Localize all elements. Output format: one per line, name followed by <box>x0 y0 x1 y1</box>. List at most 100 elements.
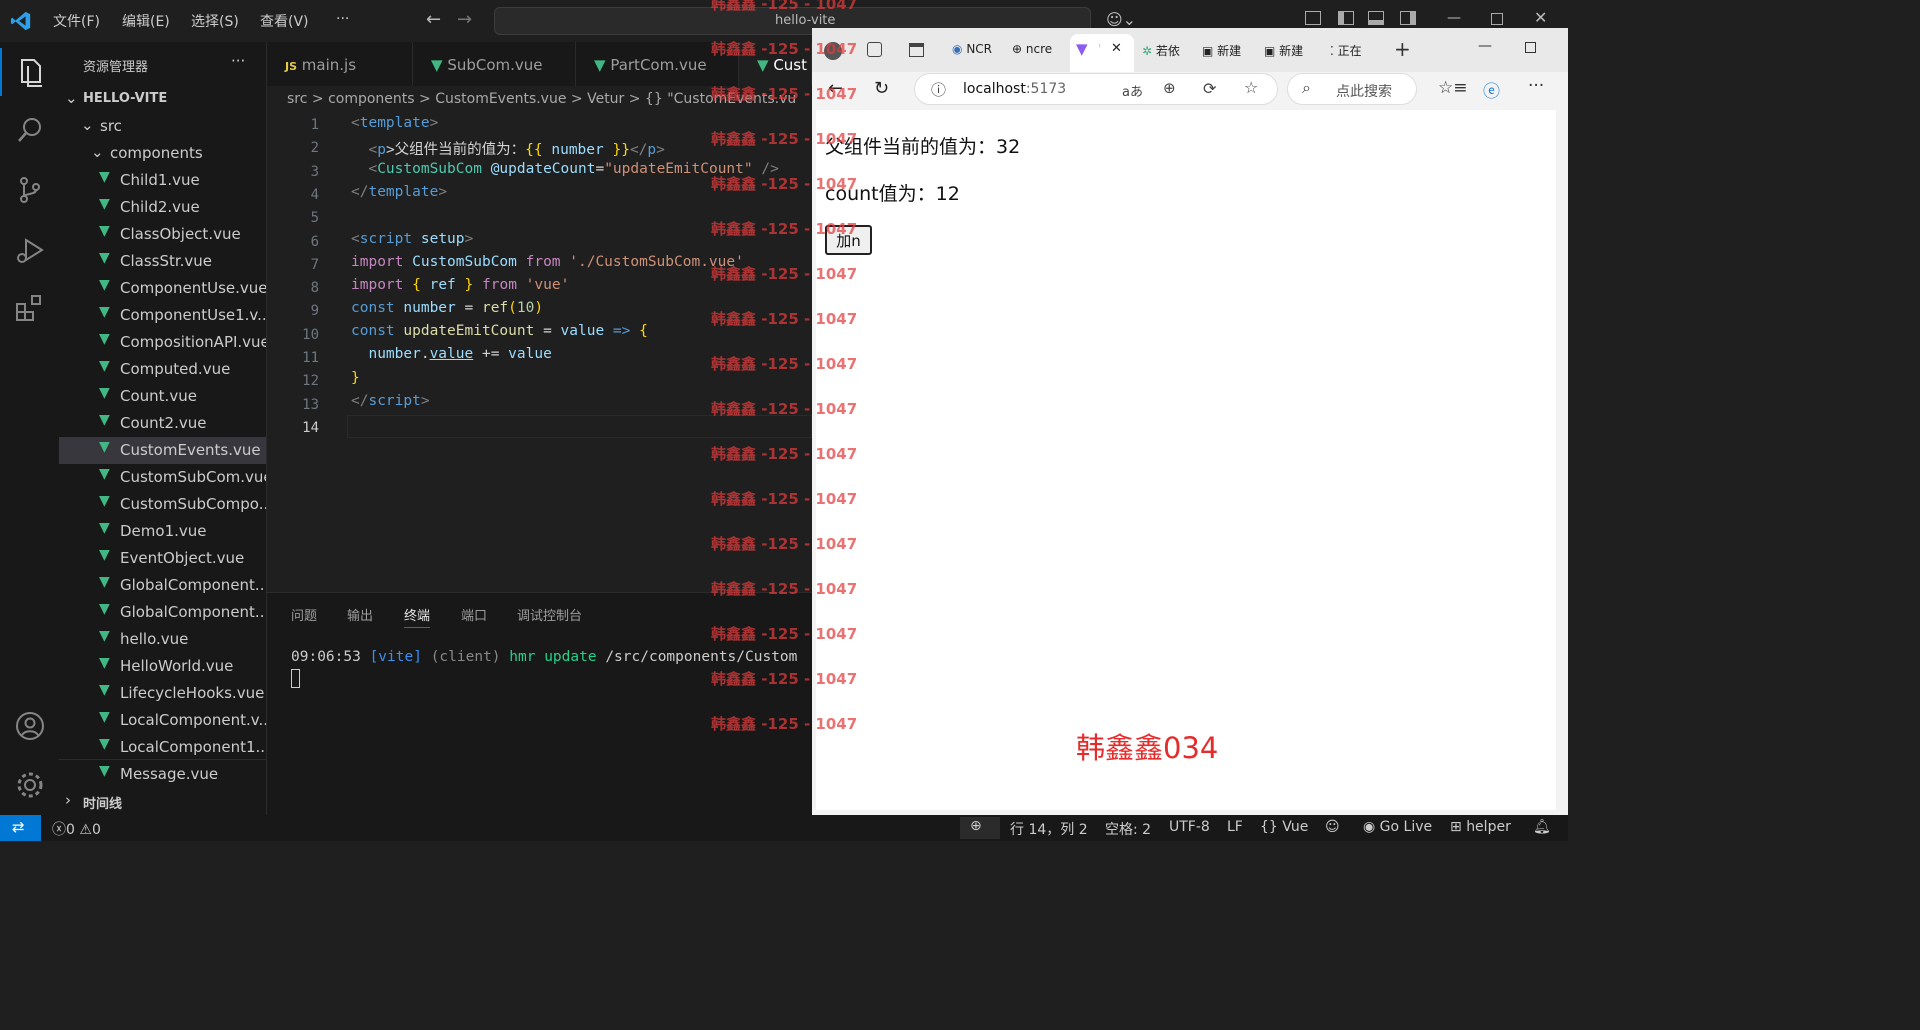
folder-components[interactable]: ⌄ components <box>59 140 266 167</box>
panel-tab-debug-console[interactable]: 调试控制台 <box>517 605 582 624</box>
address-bar[interactable]: ⓘ localhost:5173 aあ ⊕ ⟳ ☆ <box>914 73 1278 105</box>
file-item[interactable]: ▼ ClassStr.vue <box>59 248 266 275</box>
end-of-line[interactable]: LF <box>1227 819 1243 835</box>
search-box[interactable]: ⌕ 点此搜索 <box>1287 73 1417 105</box>
copilot-status-icon[interactable]: ☺ <box>1325 819 1340 835</box>
file-item[interactable]: ▼ Computed.vue <box>59 356 266 383</box>
explorer-more-button[interactable]: ··· <box>231 52 245 70</box>
code-line-13[interactable]: </script> <box>351 393 430 409</box>
edge-copilot-icon[interactable]: ⓔ <box>1483 77 1500 102</box>
read-aloud-icon[interactable]: aあ <box>1122 81 1143 100</box>
menu-view[interactable]: 查看(V) <box>260 11 309 31</box>
tab-subcom[interactable]: ▼ SubCom.vue <box>413 42 576 86</box>
file-item[interactable]: ▼ CustomSubCompo... <box>59 491 266 518</box>
browser-tab-active[interactable]: ▼ ' ✕ <box>1070 34 1134 72</box>
timeline-section[interactable]: › 时间线 <box>59 788 266 815</box>
favorite-star-icon[interactable]: ☆ <box>1244 78 1258 97</box>
layout-icon[interactable] <box>1305 11 1321 25</box>
explorer-icon[interactable] <box>14 56 46 88</box>
file-item[interactable]: ▼ LifecycleHooks.vue <box>59 680 266 707</box>
go-live[interactable]: ◉ Go Live <box>1363 819 1432 835</box>
remote-indicator[interactable]: ⇄ <box>0 815 41 841</box>
terminal-output[interactable]: 09:06:53 [vite] (client) hmr update /src… <box>291 649 797 665</box>
new-tab-icon[interactable]: + <box>1394 37 1411 61</box>
code-line-10[interactable]: const updateEmitCount = value => { <box>351 323 648 339</box>
file-item[interactable]: ▼ Demo1.vue <box>59 518 266 545</box>
tab-main-js[interactable]: JS main.js <box>267 42 413 86</box>
close-tab-icon[interactable]: ✕ <box>1111 41 1122 56</box>
copilot-icon[interactable]: ☺⌄ <box>1106 10 1136 29</box>
file-item[interactable]: ▼ CustomSubCom.vue <box>59 464 266 491</box>
helper-status[interactable]: ⊞ helper <box>1450 819 1511 835</box>
file-item[interactable]: ▼ LocalComponent.v... <box>59 707 266 734</box>
restore-icon[interactable] <box>1491 13 1503 25</box>
panel-tab-terminal[interactable]: 终端 <box>404 605 431 628</box>
info-icon[interactable]: ⓘ <box>931 79 946 100</box>
indentation[interactable]: 空格: 2 <box>1105 819 1151 839</box>
code-line-1[interactable]: <template> <box>351 115 438 131</box>
panel-tab-ports[interactable]: 端口 <box>461 605 487 624</box>
workspaces-icon[interactable] <box>867 42 882 57</box>
file-item[interactable]: ▼ GlobalComponent.... <box>59 572 266 599</box>
cursor-position[interactable]: 行 14，列 2 <box>1010 819 1088 839</box>
menu-edit[interactable]: 编辑(E) <box>122 11 170 31</box>
file-item[interactable]: ▼ ComponentUse1.v... <box>59 302 266 329</box>
browser-maximize-icon[interactable] <box>1525 42 1536 53</box>
code-line-4[interactable]: </template> <box>351 184 447 200</box>
project-folder[interactable]: ⌄ HELLO-VITE <box>59 86 266 113</box>
run-debug-icon[interactable] <box>14 234 46 266</box>
back-arrow-icon[interactable]: ← <box>426 9 441 30</box>
code-line-7[interactable]: import CustomSubCom from './CustomSubCom… <box>351 254 744 270</box>
file-item[interactable]: ▼ Message.vue <box>59 761 266 788</box>
browser-menu-icon[interactable]: ··· <box>1528 76 1544 96</box>
browser-tab-loading[interactable]: ⁚ 正在 <box>1330 42 1362 59</box>
zoom-indicator[interactable]: ⊕ <box>960 817 1000 839</box>
file-item[interactable]: ▼ ComponentUse.vue <box>59 275 266 302</box>
menu-selection[interactable]: 选择(S) <box>191 11 239 31</box>
file-item[interactable]: ▼ CustomEvents.vue <box>59 437 266 464</box>
toggle-panel-icon[interactable] <box>1368 11 1384 25</box>
file-item[interactable]: ▼ CompositionAPI.vue <box>59 329 266 356</box>
sync-icon[interactable]: ⟳ <box>1203 79 1216 98</box>
panel-tab-problems[interactable]: 问题 <box>291 605 317 624</box>
toggle-sidebar-icon[interactable] <box>1338 11 1354 25</box>
browser-tab-new-1[interactable]: ▣ 新建 <box>1202 42 1241 59</box>
browser-minimize-icon[interactable]: — <box>1478 38 1492 54</box>
folder-src[interactable]: ⌄ src <box>59 113 266 140</box>
file-item[interactable]: ▼ Count.vue <box>59 383 266 410</box>
menu-more[interactable]: ··· <box>336 11 349 27</box>
browser-tab-new-2[interactable]: ▣ 新建 <box>1264 42 1303 59</box>
file-item[interactable]: ▼ GlobalComponent... <box>59 599 266 626</box>
favorites-icon[interactable]: ☆≡ <box>1438 78 1467 98</box>
code-line-9[interactable]: const number = ref(10) <box>351 300 543 316</box>
problems-indicator[interactable]: ⓧ0 ⚠0 <box>52 819 101 839</box>
file-item[interactable]: ▼ LocalComponent1.... <box>59 734 266 761</box>
encoding[interactable]: UTF-8 <box>1169 819 1210 835</box>
browser-tab-ruoyi[interactable]: ✲ 若依 <box>1142 42 1180 59</box>
zoom-icon[interactable]: ⊕ <box>1163 79 1176 97</box>
language-mode[interactable]: {} Vue <box>1260 819 1308 835</box>
code-line-2[interactable]: <p>父组件当前的值为：{{ number }}</p> <box>351 138 664 159</box>
file-item[interactable]: ▼ ClassObject.vue <box>59 221 266 248</box>
minimize-icon[interactable]: — <box>1447 10 1461 26</box>
file-item[interactable]: ▼ Count2.vue <box>59 410 266 437</box>
search-icon[interactable] <box>14 114 46 146</box>
code-line-11[interactable]: number.value += value <box>351 346 551 362</box>
browser-tab-ncr[interactable]: ◉ NCR <box>952 42 992 56</box>
tab-actions-icon[interactable] <box>909 43 924 57</box>
code-line-8[interactable]: import { ref } from 'vue' <box>351 277 569 293</box>
extensions-icon[interactable] <box>14 292 46 324</box>
forward-arrow-icon[interactable]: → <box>457 9 472 30</box>
browser-tab-ncre[interactable]: ⊕ ncre <box>1012 42 1052 56</box>
settings-gear-icon[interactable] <box>14 769 46 801</box>
file-item[interactable]: ▼ EventObject.vue <box>59 545 266 572</box>
toggle-secondary-sidebar-icon[interactable] <box>1400 11 1416 25</box>
file-item[interactable]: ▼ Child1.vue <box>59 167 266 194</box>
code-line-12[interactable]: } <box>351 370 360 386</box>
account-icon[interactable] <box>14 710 46 742</box>
panel-tab-output[interactable]: 输出 <box>347 605 373 624</box>
source-control-icon[interactable] <box>14 174 46 206</box>
file-item[interactable]: ▼ Child2.vue <box>59 194 266 221</box>
notifications-bell-icon[interactable]: 🔔︎ <box>1533 819 1551 835</box>
close-window-icon[interactable]: ✕ <box>1534 8 1547 27</box>
